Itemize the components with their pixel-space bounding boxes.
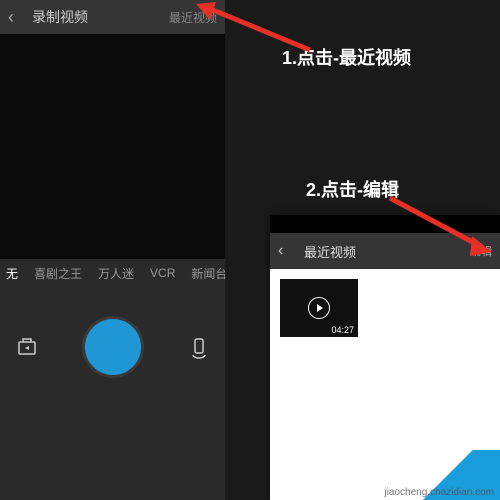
cat-news[interactable]: 新闻台	[191, 265, 225, 282]
back-icon[interactable]: ‹	[278, 242, 298, 260]
cat-comedy[interactable]: 喜剧之王	[34, 265, 82, 282]
watermark-credit: jiaocheng.chazidian.com	[384, 487, 494, 498]
play-icon	[308, 297, 330, 319]
video-gallery: 04:27	[270, 269, 500, 347]
recording-controls	[0, 287, 225, 407]
video-duration: 04:27	[331, 325, 354, 335]
arrow-step1	[190, 0, 330, 60]
cat-none[interactable]: 无	[6, 265, 18, 282]
back-icon[interactable]: ‹	[8, 7, 28, 28]
arrow-step2	[380, 190, 500, 265]
cat-charming[interactable]: 万人迷	[98, 265, 134, 282]
recording-screen: ‹ 录制视频 最近视频 无 喜剧之王 万人迷 VCR 新闻台 心情	[0, 0, 225, 500]
cat-vcr[interactable]: VCR	[150, 266, 175, 280]
record-button[interactable]	[82, 316, 144, 378]
gallery-icon[interactable]	[14, 334, 40, 360]
camera-preview	[0, 34, 225, 259]
flip-camera-icon[interactable]	[186, 334, 212, 360]
page-title-recording: 录制视频	[28, 7, 169, 27]
video-thumbnail[interactable]: 04:27	[280, 279, 358, 337]
filter-categories[interactable]: 无 喜剧之王 万人迷 VCR 新闻台 心情	[0, 259, 225, 287]
